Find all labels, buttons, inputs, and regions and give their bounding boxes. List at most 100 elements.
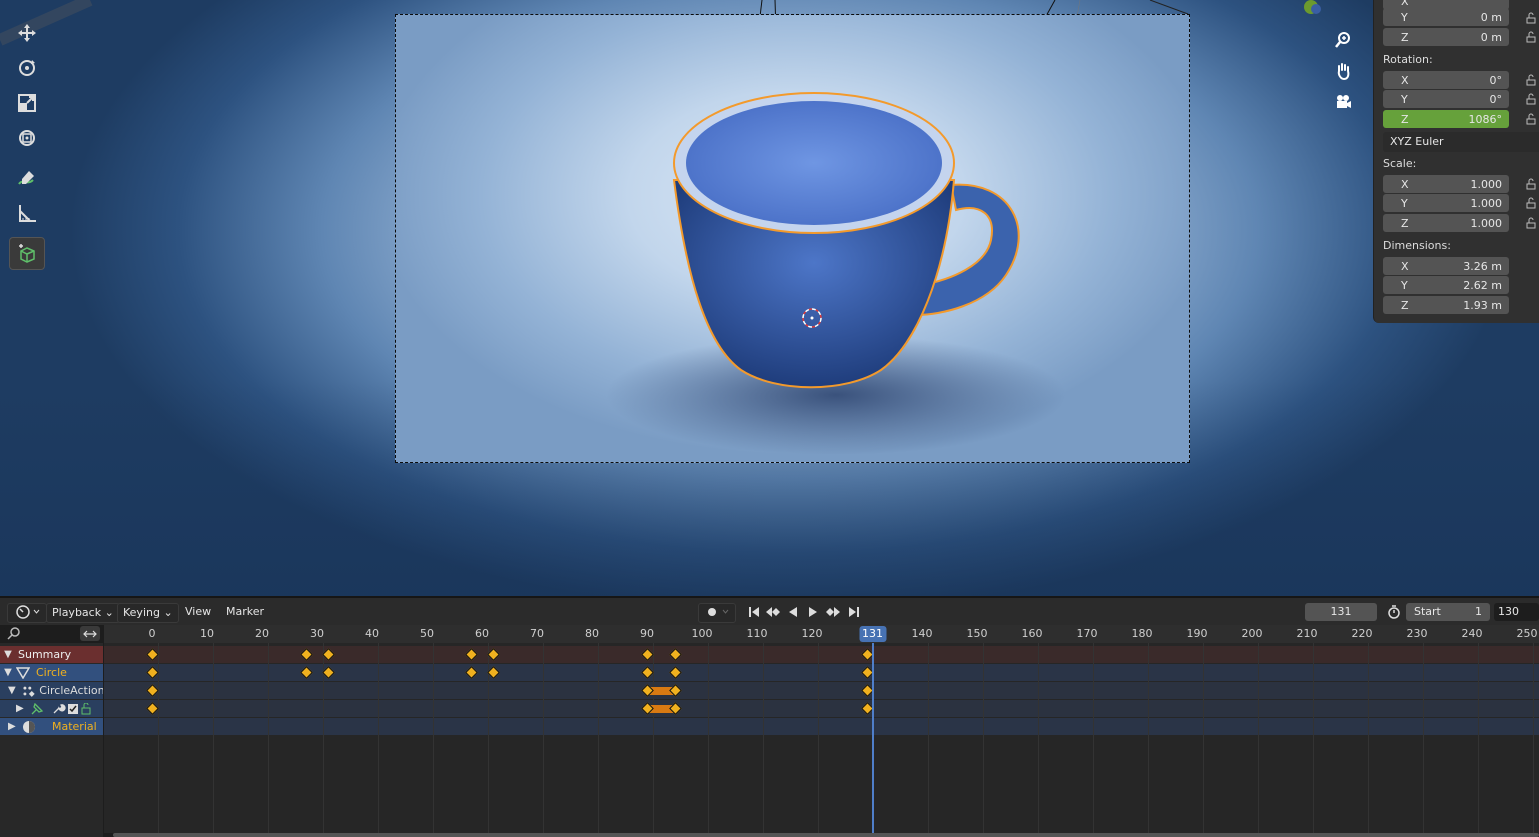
stopwatch-icon[interactable]	[1385, 604, 1403, 620]
channel-circle[interactable]: ▼ Circle	[0, 664, 103, 681]
channel-object-controls[interactable]: ▶	[0, 700, 103, 717]
channel-circleaction[interactable]: ▼ CircleAction	[0, 682, 103, 699]
3d-viewport[interactable]: X Y0 m Z0 m Rotation: X 0° Y 0° Z 1086° XYZ…	[0, 0, 1539, 596]
channel-list: ▼ Summary ▼ Circle ▼ CircleAction ▶ ▶ Ma…	[0, 643, 103, 837]
chevron-down-icon: ⌄	[104, 606, 114, 619]
measure-icon[interactable]	[9, 197, 45, 229]
clock-icon	[16, 605, 40, 619]
cup-object[interactable]	[396, 15, 1189, 462]
scale-y-field[interactable]: Y 1.000	[1383, 194, 1509, 212]
dimensions-x-field[interactable]: X 3.26 m	[1383, 257, 1509, 275]
chevron-down-icon[interactable]: ▼	[0, 667, 16, 678]
scale-z-value: 1.000	[1470, 216, 1503, 230]
lock-icon[interactable]	[80, 702, 94, 715]
move-icon[interactable]	[9, 17, 45, 49]
navigation-gizmo	[1330, 26, 1356, 119]
keying-menu[interactable]: Keying ⌄	[117, 603, 179, 623]
lock-icon[interactable]	[1526, 93, 1538, 105]
gridline	[1258, 643, 1259, 833]
start-frame-field[interactable]: Start 1	[1406, 603, 1490, 621]
location-y-field[interactable]: Y 0 m	[1383, 8, 1509, 26]
next-keyframe-button[interactable]	[824, 604, 842, 620]
chevron-down-icon[interactable]: ▼	[0, 649, 16, 660]
dimensions-y-value: 2.62 m	[1463, 278, 1502, 292]
rotation-mode-select[interactable]: XYZ Euler	[1383, 132, 1539, 152]
channel-search-input[interactable]	[4, 626, 78, 641]
view-menu[interactable]: View	[180, 603, 216, 621]
play-icon	[809, 607, 817, 617]
lock-icon[interactable]	[1526, 217, 1538, 229]
transform-icon[interactable]	[9, 122, 45, 154]
location-z-value: 0 m	[1480, 30, 1502, 44]
location-z-field[interactable]: Z 0 m	[1383, 28, 1509, 46]
camera-icon[interactable]	[1330, 88, 1356, 116]
hand-pan-icon[interactable]	[1330, 57, 1356, 85]
gridline	[1368, 643, 1369, 833]
gridline	[213, 643, 214, 833]
sub-row	[104, 700, 1539, 717]
ruler-tick: 160	[1021, 627, 1043, 640]
axis-label: X	[1401, 0, 1409, 8]
dimensions-y-field[interactable]: Y 2.62 m	[1383, 276, 1509, 294]
ruler-tick: 30	[310, 627, 324, 640]
jump-start-icon	[749, 607, 759, 617]
current-frame-field[interactable]: 131	[1305, 603, 1377, 621]
chevron-right-icon[interactable]: ▶	[0, 703, 30, 714]
add-cube-icon[interactable]	[9, 237, 45, 270]
editor-type-button[interactable]	[7, 603, 47, 623]
prev-keyframe-button[interactable]	[764, 604, 782, 620]
keyframe-area[interactable]	[104, 643, 1539, 833]
end-frame-field[interactable]: 130	[1494, 603, 1539, 621]
ruler-tick: 80	[585, 627, 599, 640]
dimensions-x-value: 3.26 m	[1463, 259, 1502, 273]
rotation-y-field[interactable]: Y 0°	[1383, 90, 1509, 108]
ruler-tick: 20	[255, 627, 269, 640]
jump-start-button[interactable]	[745, 604, 763, 620]
jump-end-button[interactable]	[845, 604, 863, 620]
axis-label: X	[1401, 177, 1409, 191]
circle-row	[104, 664, 1539, 681]
chevron-down-icon[interactable]: ▼	[0, 685, 22, 696]
lock-icon[interactable]	[1526, 113, 1538, 125]
current-frame-label[interactable]: 131	[859, 626, 886, 642]
record-button[interactable]	[698, 603, 736, 623]
lock-icon[interactable]	[1526, 31, 1538, 43]
channel-material[interactable]: ▶ Material	[0, 718, 103, 735]
rotate-icon[interactable]	[9, 52, 45, 84]
scale-z-field[interactable]: Z 1.000	[1383, 214, 1509, 232]
checkbox-icon[interactable]	[66, 703, 80, 715]
rotation-x-field[interactable]: X 0°	[1383, 71, 1509, 89]
frame-ruler[interactable]: 0 10 20 30 40 50 60 70 80 90 100 110 120 131 140 150 160…	[104, 625, 1539, 643]
playhead[interactable]	[871, 643, 874, 833]
horizontal-scrollbar[interactable]	[113, 833, 1539, 837]
scale-x-value: 1.000	[1470, 177, 1503, 191]
swap-arrows-icon[interactable]	[80, 626, 100, 641]
ruler-tick: 240	[1461, 627, 1483, 640]
channel-summary[interactable]: ▼ Summary	[0, 646, 103, 663]
scale-label: Scale:	[1383, 157, 1417, 170]
play-button[interactable]	[804, 604, 822, 620]
lock-icon[interactable]	[1526, 12, 1538, 24]
ruler-tick: 230	[1406, 627, 1428, 640]
chevron-down-icon: ⌄	[163, 606, 173, 619]
ruler-tick: 60	[475, 627, 489, 640]
wrench-icon[interactable]	[52, 703, 66, 715]
dimensions-z-field[interactable]: Z 1.93 m	[1383, 296, 1509, 314]
zoom-icon[interactable]	[1330, 26, 1356, 54]
rotation-y-value: 0°	[1489, 92, 1503, 106]
annotate-icon[interactable]	[9, 162, 45, 194]
pin-icon[interactable]	[30, 702, 44, 715]
ruler-tick: 0	[148, 627, 156, 640]
rotation-z-field[interactable]: Z 1086°	[1383, 110, 1509, 128]
playback-menu[interactable]: Playback ⌄	[46, 603, 120, 623]
record-icon	[708, 608, 729, 616]
lock-icon[interactable]	[1526, 74, 1538, 86]
marker-menu[interactable]: Marker	[221, 603, 269, 621]
scale-icon[interactable]	[9, 87, 45, 119]
lock-icon[interactable]	[1526, 197, 1538, 209]
scale-x-field[interactable]: X 1.000	[1383, 175, 1509, 193]
axis-gizmo[interactable]	[1298, 0, 1324, 14]
chevron-right-icon[interactable]: ▶	[0, 721, 22, 732]
lock-icon[interactable]	[1526, 178, 1538, 190]
play-reverse-button[interactable]	[784, 604, 802, 620]
